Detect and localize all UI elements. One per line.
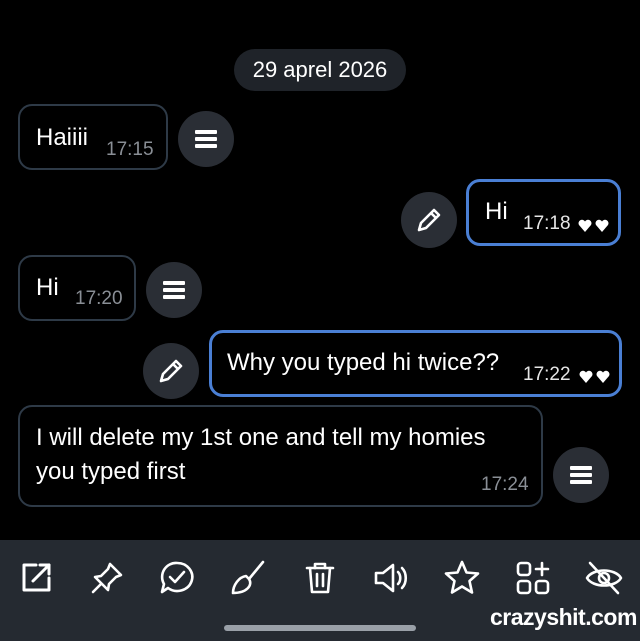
message-text: Haiiii	[36, 124, 89, 151]
message-menu-button[interactable]	[178, 111, 234, 167]
edit-message-button[interactable]	[143, 343, 199, 399]
reply-button[interactable]	[157, 558, 197, 598]
delete-button[interactable]	[300, 558, 340, 598]
clear-button[interactable]	[228, 558, 268, 598]
date-separator: 29 aprel 2026	[234, 49, 406, 91]
menu-icon	[195, 130, 217, 148]
speak-button[interactable]	[371, 558, 411, 598]
apps-add-icon	[516, 561, 550, 595]
home-indicator[interactable]	[224, 625, 416, 631]
double-heart-icon	[579, 370, 610, 383]
message-time: 17:24	[481, 474, 529, 495]
broom-icon	[231, 560, 265, 595]
watermark: crazyshit.com	[490, 604, 637, 630]
message-text-line1: I will delete my 1st one and tell my hom…	[36, 424, 486, 451]
hide-eye-icon	[585, 561, 623, 595]
message-menu-button[interactable]	[146, 262, 202, 318]
edit-pencil-icon	[417, 208, 441, 232]
star-icon	[444, 560, 480, 594]
edit-message-button[interactable]	[401, 192, 457, 248]
double-heart-icon	[578, 219, 609, 232]
message-incoming[interactable]: Hi 17:20	[18, 255, 136, 321]
message-outgoing[interactable]: Why you typed hi twice?? 17:22	[209, 330, 622, 397]
message-time: 17:22	[523, 364, 571, 385]
speaker-icon	[374, 563, 408, 593]
message-text-line2: you typed first	[36, 458, 186, 485]
message-text: Hi	[36, 274, 59, 301]
open-external-icon	[22, 563, 51, 592]
message-incoming[interactable]: Haiiii 17:15	[18, 104, 168, 170]
hide-button[interactable]	[584, 558, 624, 598]
edit-pencil-icon	[159, 359, 183, 383]
pin-button[interactable]	[87, 558, 127, 598]
message-time: 17:15	[106, 139, 154, 160]
pin-icon	[91, 562, 123, 594]
message-time: 17:20	[75, 288, 123, 309]
favorite-button[interactable]	[442, 558, 482, 598]
message-text: Hi	[485, 198, 508, 225]
open-external-button[interactable]	[16, 558, 56, 598]
reply-icon	[160, 561, 194, 594]
menu-icon	[570, 466, 592, 484]
menu-icon	[163, 281, 185, 299]
message-text: Why you typed hi twice??	[227, 349, 500, 376]
more-apps-button[interactable]	[513, 558, 553, 598]
message-outgoing[interactable]: Hi 17:18	[466, 179, 621, 246]
message-menu-button[interactable]	[553, 447, 609, 503]
message-time: 17:18	[523, 213, 571, 234]
trash-icon	[305, 562, 335, 594]
message-incoming[interactable]: I will delete my 1st one and tell my hom…	[18, 405, 543, 507]
